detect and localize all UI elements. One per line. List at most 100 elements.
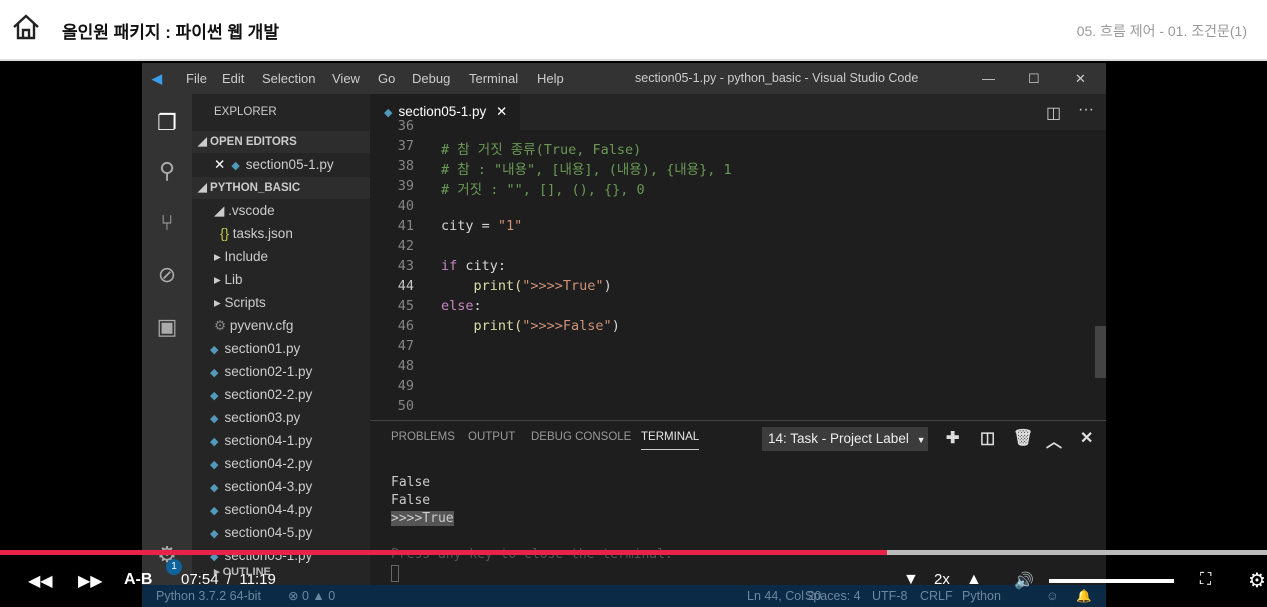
split-editor-icon[interactable]: ◫ [1046,103,1061,123]
menu-go[interactable]: Go [378,71,395,86]
feedback-icon[interactable]: ☺ [1046,585,1059,607]
status-item[interactable]: Spaces: 4 [805,585,861,607]
tree-item-file[interactable]: ◆ section04-3.py [210,476,312,498]
source-control-icon[interactable]: ⑂ [154,210,180,236]
close-panel-icon[interactable]: ✕ [1080,428,1093,448]
menu-debug[interactable]: Debug [412,71,450,86]
menu-terminal[interactable]: Terminal [469,71,518,86]
python-file-icon: ◆ [231,160,240,172]
speed-up-icon[interactable]: ▲ [966,571,982,589]
editor-tabs: ◆ section05-1.py ✕ ◫ ··· [370,94,1106,130]
line-number: 46 [397,318,414,334]
current-time: 07:54 [181,571,219,588]
editor-scrollbar[interactable] [1095,326,1106,378]
video-progress-bar[interactable] [0,550,1267,555]
open-editors-header[interactable]: ◢ OPEN EDITORS [192,131,370,153]
close-icon[interactable]: ✕ [214,157,225,172]
tree-item-file[interactable]: ◆ section04-2.py [210,453,312,475]
tree-item-folder[interactable]: ▸ Scripts [214,292,266,314]
volume-icon[interactable]: 🔊 [1014,571,1034,591]
speed-down-icon[interactable]: ▼ [903,571,919,589]
editor[interactable]: ◆ section05-1.py ✕ ◫ ··· 36 37 # 참 거짓 종류(Tr… [370,94,1106,420]
settings-gear-icon[interactable]: ⚙ [1248,568,1266,593]
maximize-icon[interactable]: ☐ [1028,71,1040,87]
ab-repeat-button[interactable]: A-B [124,571,152,589]
menu-file[interactable]: File [186,71,207,86]
python-file-icon: ◆ [210,344,219,356]
tree-item-file[interactable]: ◆ section04-1.py [210,430,312,452]
panel-tab[interactable]: OUTPUT [468,431,515,443]
menu-selection[interactable]: Selection [262,71,315,86]
new-terminal-icon[interactable]: ✚ [946,428,959,448]
home-icon[interactable] [12,14,40,40]
tree-item-label: Lib [224,272,243,287]
search-icon[interactable]: ⚲ [154,158,180,184]
status-item[interactable]: CRLF [920,585,953,607]
code-string: city: [457,258,507,274]
fullscreen-icon[interactable]: ⛶ [1200,571,1211,589]
bell-icon[interactable]: 🔔 [1076,585,1092,607]
tree-item-file[interactable]: ◆ section04-5.py [210,522,312,544]
outline-header[interactable]: ▸ OUTLINE [214,561,271,583]
outline-label: OUTLINE [222,566,271,578]
tree-item-file[interactable]: ⚙ pyvenv.cfg [214,315,293,337]
menu-help[interactable]: Help [537,71,564,86]
line-number: 44 [397,278,414,294]
trash-icon[interactable]: 🗑 [1013,428,1033,448]
menu-view[interactable]: View [332,71,360,86]
tree-item-folder[interactable]: ▸ Include [214,246,268,268]
tree-item-file[interactable]: ◆ section02-2.py [210,384,312,406]
line-number: 42 [397,238,414,254]
video-frame[interactable]: ◀ File Edit Selection View Go Debug Terminal He… [142,63,1106,607]
files-icon[interactable]: ❐ [154,110,180,136]
maximize-panel-icon[interactable]: ︿ [1046,428,1062,452]
debug-icon[interactable]: ⊘ [154,262,180,288]
panel-tab[interactable]: PROBLEMS [391,431,455,443]
code-string: ">>>>True" [522,278,604,294]
tree-item-label: section04-4.py [224,502,313,517]
tree-item-file[interactable]: ◆ section04-4.py [210,499,312,521]
more-actions-icon[interactable]: ··· [1078,101,1094,119]
terminal-select[interactable]: 14: Task - Project Label ▼ [762,427,928,451]
problems-status[interactable]: ⊗ 0 ▲ 0 [288,585,335,607]
tree-item-label: section04-2.py [224,456,313,471]
code-comment: # 참 : "내용", [내용], (내용), {내용}, 1 [441,162,732,178]
line-number: 37 [397,138,414,154]
tree-item-label: .vscode [228,203,275,218]
window-title: section05-1.py - python_basic - Visual S… [635,71,919,85]
panel-tab[interactable]: DEBUG CONSOLE [531,431,631,443]
python-interpreter[interactable]: Python 3.7.2 64-bit [156,585,261,607]
code-token: city = [441,218,498,234]
error-count: 0 [301,589,309,603]
terminal-line: False [391,493,431,508]
volume-slider[interactable] [1049,579,1174,583]
playback-speed: 2x [934,571,950,588]
code-string: ">>>>False" [522,318,612,334]
tree-item-file[interactable]: {} tasks.json [220,223,293,245]
fast-forward-icon[interactable]: ▶▶ [78,571,103,591]
python-file-icon: ◆ [210,390,219,402]
tree-item-folder[interactable]: ▸ Lib [214,269,243,291]
terminal-line: False [391,475,431,490]
close-icon[interactable]: ✕ [1075,71,1086,87]
panel-tab[interactable]: TERMINAL [641,431,700,450]
menu-edit[interactable]: Edit [222,71,244,86]
close-tab-icon[interactable]: ✕ [496,104,507,119]
project-header[interactable]: ◢ PYTHON_BASIC [192,177,370,199]
progress-fill [0,550,887,555]
minimize-icon[interactable]: — [982,71,995,86]
code-token: ) [611,318,620,334]
tree-item-file[interactable]: ◆ section03.py [210,407,300,429]
tree-item-file[interactable]: ◆ section01.py [210,338,300,360]
extensions-icon[interactable]: ▣ [154,314,180,340]
python-file-icon: ◆ [210,367,219,379]
open-editors-label: OPEN EDITORS [210,136,297,148]
tree-item-folder[interactable]: ◢ .vscode [214,200,275,222]
open-editor-item[interactable]: ✕ ◆ section05-1.py [214,154,334,176]
rewind-icon[interactable]: ◀◀ [28,571,53,591]
code-line: if city: [441,258,506,274]
tree-item-file[interactable]: ◆ section02-1.py [210,361,312,383]
code-token: else [441,298,474,314]
split-terminal-icon[interactable]: ◫ [980,428,995,448]
code-line: city = "1" [441,218,522,234]
